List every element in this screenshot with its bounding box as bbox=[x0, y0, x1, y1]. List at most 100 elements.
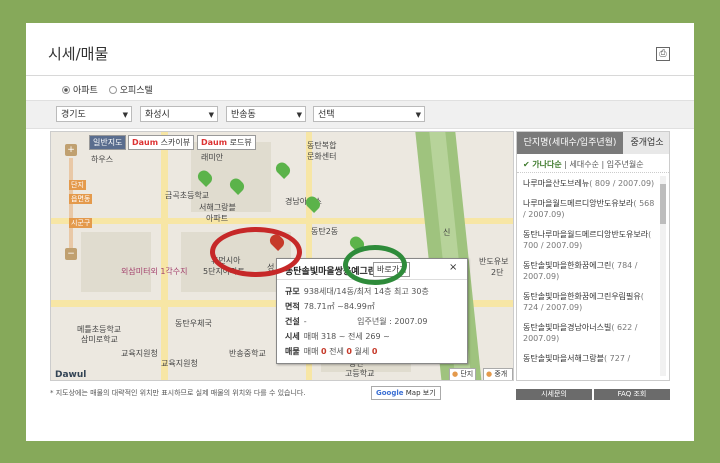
item-name: 나루마을월드메르디앙반도유보라 bbox=[523, 199, 634, 208]
tab-agent[interactable]: 중개업소 bbox=[623, 132, 669, 154]
map-label: 신 bbox=[443, 228, 451, 237]
row-label: 시세 bbox=[285, 332, 300, 341]
listing-row: 매물 매매 0 전세 0 월세 0 bbox=[285, 346, 377, 357]
sort-separator: | bbox=[601, 160, 605, 169]
green-highlight-circle bbox=[343, 245, 407, 285]
list-item[interactable]: 동탄솔빛마을한화꿈에그린( 784 / 2007.09) bbox=[523, 260, 657, 282]
list-item[interactable]: 나루마을산도브레뉴( 809 / 2007.09) bbox=[523, 178, 657, 189]
page-title: 시세/매물 bbox=[48, 45, 109, 63]
map-label: 고등학교 bbox=[345, 369, 375, 378]
legend-agent[interactable]: ● 중개업소 bbox=[483, 368, 513, 380]
chevron-down-icon: ▼ bbox=[208, 111, 214, 119]
map-label: 교육지원청 bbox=[161, 359, 198, 368]
complex-list: 나루마을산도브레뉴( 809 / 2007.09) 나루마을월드메르디앙반도유보… bbox=[523, 178, 657, 373]
item-meta: ( 809 / 2007.09) bbox=[589, 179, 655, 188]
item-name: 동탄솔빛마을한화꿈에그린 bbox=[523, 261, 612, 270]
button-label: Map 보기 bbox=[405, 389, 436, 397]
roadview-button[interactable]: Daum 로드뷰 bbox=[197, 135, 256, 150]
button-label: 스카이뷰 bbox=[160, 138, 191, 147]
chevron-down-icon: ▼ bbox=[296, 111, 302, 119]
scrollbar-thumb[interactable] bbox=[660, 184, 666, 224]
complex-select[interactable]: 선택 ▼ bbox=[313, 106, 425, 122]
map-label: 하우스 bbox=[91, 155, 114, 164]
select-value: 화성시 bbox=[145, 110, 170, 120]
zoom-level-sigungu[interactable]: 시군구 bbox=[69, 218, 93, 228]
sale-label: 매매 bbox=[303, 347, 319, 356]
button-label: 로드뷰 bbox=[229, 138, 252, 147]
printer-icon[interactable]: ⎙ bbox=[656, 47, 670, 61]
complex-marker-icon[interactable] bbox=[273, 159, 293, 180]
price-inquiry-button[interactable]: 시세문의 bbox=[516, 389, 592, 400]
map-label: 아파트 bbox=[206, 214, 229, 223]
tab-complex-name[interactable]: 단지명(세대수/입주년월) bbox=[517, 132, 623, 154]
item-name: 동탄솔빛마을경남아너스빌 bbox=[523, 323, 612, 332]
sort-by-move-in[interactable]: 입주년월순 bbox=[607, 160, 644, 169]
map-label: 서해그랑블 bbox=[199, 203, 236, 212]
faq-button[interactable]: FAQ 조회 bbox=[594, 389, 670, 400]
jeonse-count: 0 bbox=[346, 347, 352, 356]
normal-map-button[interactable]: 일반지도 bbox=[89, 135, 127, 150]
district-select[interactable]: 반송동 ▼ bbox=[226, 106, 306, 122]
row-label: 건설 bbox=[285, 317, 300, 326]
map-label: 교육지원청 bbox=[121, 349, 158, 358]
sort-by-households[interactable]: 세대수순 bbox=[570, 160, 599, 169]
check-icon: ✔ bbox=[523, 160, 530, 169]
sale-count: 0 bbox=[321, 347, 327, 356]
complex-legend-icon: ● bbox=[452, 370, 459, 378]
select-value: 반송동 bbox=[231, 110, 256, 120]
list-item[interactable]: 동탄나루마을월드메르디앙반도유보라( 700 / 2007.09) bbox=[523, 229, 657, 251]
legend-complex[interactable]: ● 단지 bbox=[449, 368, 477, 380]
radio-apartment[interactable]: 아파트 bbox=[62, 83, 98, 96]
map-block bbox=[81, 232, 151, 292]
sort-separator: | bbox=[564, 160, 567, 169]
google-map-button[interactable]: Google Map 보기 bbox=[371, 386, 441, 400]
map-disclaimer: * 지도상에는 매물의 대략적인 위치만 표시하므로 실제 매물의 위치와 다를… bbox=[50, 389, 306, 397]
city-select[interactable]: 화성시 ▼ bbox=[140, 106, 218, 122]
zoom-out-icon[interactable]: − bbox=[65, 248, 77, 260]
filter-bar: 경기도 ▼ 화성시 ▼ 반송동 ▼ 선택 ▼ bbox=[26, 100, 694, 129]
main-panel: 시세/매물 ⎙ 아파트 오피스텔 경기도 ▼ 화성시 ▼ 반송동 ▼ 선택 ▼ 일반지도… bbox=[26, 23, 694, 441]
list-tabs: 단지명(세대수/입주년월) 중개업소 bbox=[517, 132, 669, 154]
map-label: 삼미로학교 bbox=[81, 335, 118, 344]
divider bbox=[26, 75, 694, 76]
zoom-level-complex[interactable]: 단지 bbox=[69, 180, 86, 190]
list-item[interactable]: 나루마을월드메르디앙반도유보라( 568 / 2007.09) bbox=[523, 198, 657, 220]
zoom-in-icon[interactable]: + bbox=[65, 144, 77, 156]
list-item[interactable]: 동탄솔빛마을한화꿈에그린우림필유( 724 / 2007.09) bbox=[523, 291, 657, 313]
move-in-value: 2007.09 bbox=[394, 317, 428, 326]
sort-by-name[interactable]: 가나다순 bbox=[532, 160, 561, 169]
list-item[interactable]: 동탄솔빛마을경남아너스빌( 622 / 2007.09) bbox=[523, 322, 657, 344]
row-label: 규모 bbox=[285, 287, 300, 296]
close-icon[interactable]: × bbox=[449, 262, 457, 273]
map-label: 반도유보 bbox=[479, 257, 509, 266]
map-label: 동탄우체국 bbox=[175, 319, 212, 328]
zoom-level-dong[interactable]: 읍면동 bbox=[69, 194, 93, 204]
item-name: 동탄솔빛마을서해그랑블 bbox=[523, 354, 604, 363]
item-name: 나루마을산도브레뉴 bbox=[523, 179, 590, 188]
map-label: 래미안 bbox=[201, 153, 224, 162]
radio-unchecked-icon bbox=[108, 85, 117, 94]
province-select[interactable]: 경기도 ▼ bbox=[56, 106, 132, 122]
daum-logo: Daum bbox=[132, 138, 159, 147]
jeonse-label: 전세 bbox=[329, 347, 344, 356]
row-value: 938세대/14동/최저 14층 최고 30층 bbox=[303, 287, 429, 296]
row-value: - bbox=[303, 317, 307, 326]
radio-officetel[interactable]: 오피스텔 bbox=[108, 83, 153, 96]
list-item[interactable]: 동탄솔빛마을서해그랑블( 727 / bbox=[523, 353, 657, 364]
list-scrollbar[interactable] bbox=[660, 176, 666, 376]
chevron-down-icon: ▼ bbox=[415, 111, 421, 119]
item-meta: ( 727 / bbox=[603, 354, 631, 363]
row-value: 매매 318 ~ 전세 269 ~ bbox=[303, 332, 390, 341]
skyview-button[interactable]: Daum 스카이뷰 bbox=[128, 135, 195, 150]
row-value: 78.71㎡ ~84.99㎡ bbox=[303, 302, 375, 311]
radio-label: 아파트 bbox=[73, 86, 98, 96]
map-label: 2단 bbox=[491, 268, 504, 277]
map-label: 동탄2동 bbox=[311, 227, 339, 236]
area-row: 면적 78.71㎡ ~84.99㎡ bbox=[285, 301, 375, 312]
item-name: 동탄나루마을월드메르디앙반도유보라 bbox=[523, 230, 649, 239]
row-label: 면적 bbox=[285, 302, 300, 311]
map-label: 반송중학교 bbox=[229, 349, 266, 358]
map-label: 외삼미터외 1각수지 bbox=[121, 267, 188, 276]
move-in-label: 입주년월 bbox=[357, 317, 387, 326]
map-label: 문화센터 bbox=[307, 152, 337, 161]
